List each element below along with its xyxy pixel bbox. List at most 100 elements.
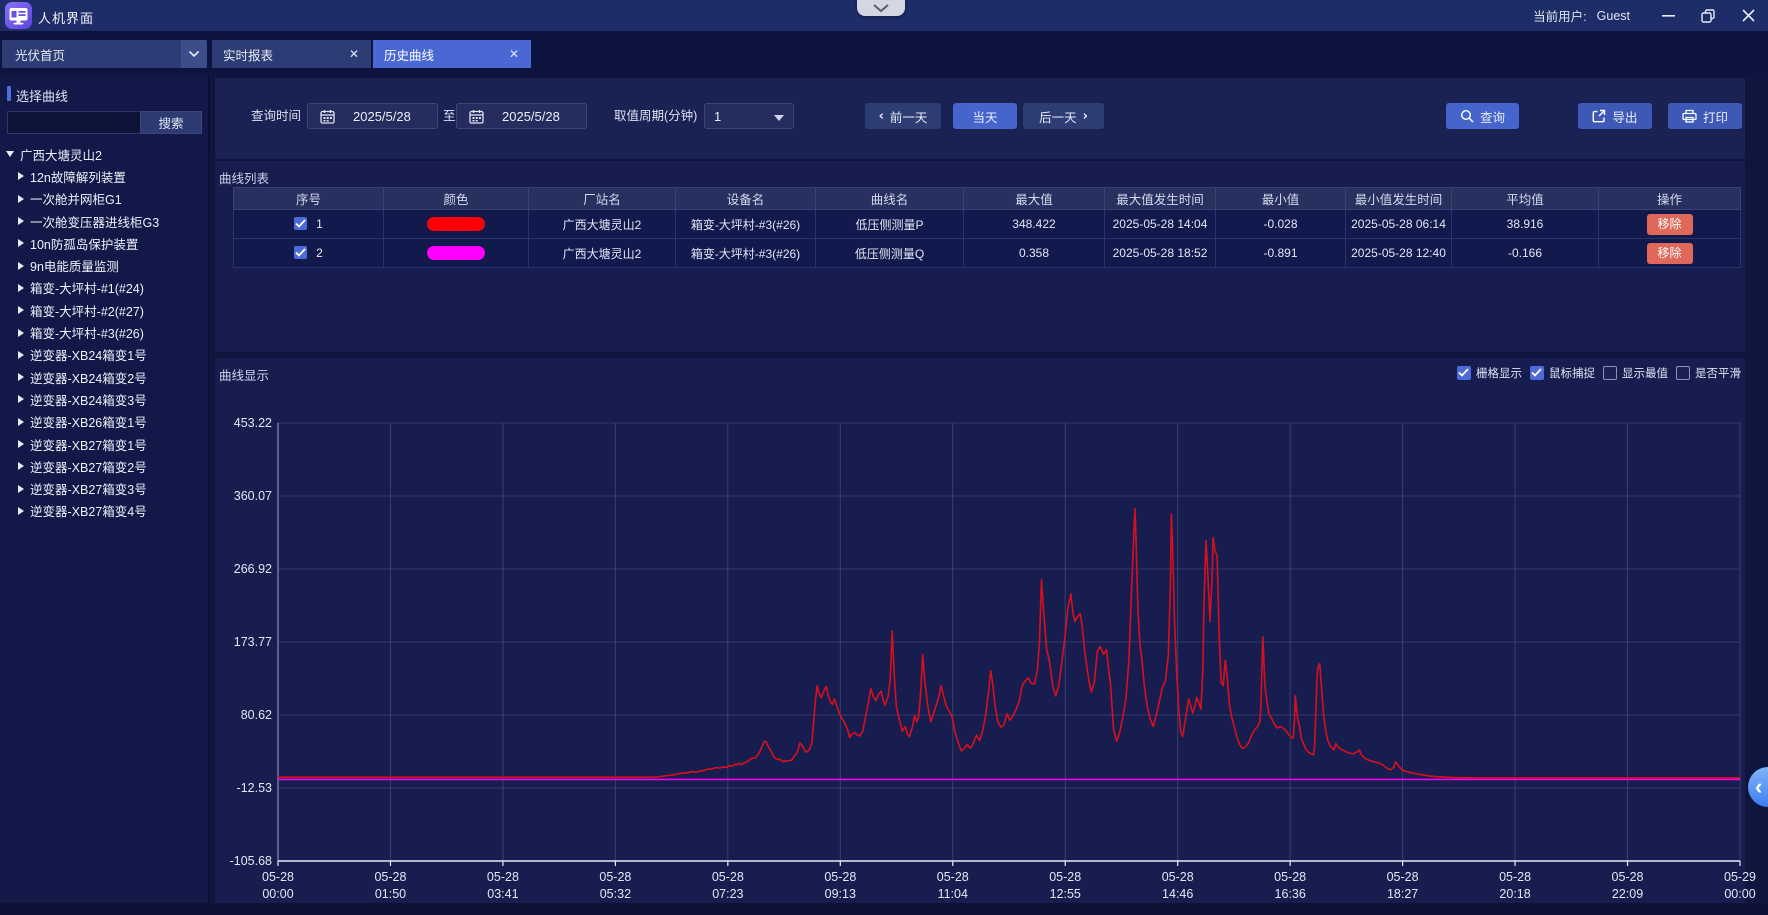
tree-item-label: 逆变器-XB27箱变2号 <box>30 457 147 476</box>
tree-collapsed-arrow-icon[interactable] <box>18 239 24 247</box>
column-header: 最小值发生时间 <box>1346 188 1452 210</box>
curve-table-header-row: 序号颜色厂站名设备名曲线名最大值最大值发生时间最小值最小值发生时间平均值操作 <box>234 188 1741 210</box>
search-button[interactable]: 搜索 <box>140 111 202 134</box>
tree-collapsed-arrow-icon[interactable] <box>18 373 24 381</box>
check-icon <box>295 248 306 257</box>
window-titlebar: 人机界面 当前用户: Guest <box>0 0 1768 31</box>
tree-collapsed-arrow-icon[interactable] <box>18 440 24 448</box>
y-tick-label: -105.68 <box>230 854 272 868</box>
tree-item[interactable]: 箱变-大坪村-#3(#26) <box>0 321 210 343</box>
x-tick-label-date: 05-28 <box>712 870 744 884</box>
x-tick-label-time: 00:00 <box>1724 887 1755 901</box>
x-tick-label-date: 05-28 <box>374 870 406 884</box>
today-label: 当天 <box>972 107 997 126</box>
tab-close-icon[interactable]: ✕ <box>505 40 523 68</box>
tree-item[interactable]: 逆变器-XB24箱变3号 <box>0 388 210 410</box>
tree-item[interactable]: 逆变器-XB24箱变2号 <box>0 366 210 388</box>
check-icon <box>295 219 306 228</box>
tree-collapsed-arrow-icon[interactable] <box>18 395 24 403</box>
cell-max: 348.422 <box>964 210 1105 239</box>
tree-item[interactable]: 箱变-大坪村-#2(#27) <box>0 299 210 321</box>
tree-collapsed-arrow-icon[interactable] <box>18 507 24 515</box>
tree-item[interactable]: 逆变器-XB27箱变2号 <box>0 455 210 477</box>
cell-color <box>384 239 529 268</box>
cell-station: 广西大塘灵山2 <box>529 239 676 268</box>
search-icon <box>1460 109 1474 123</box>
tab-close-icon[interactable]: ✕ <box>345 40 363 68</box>
date-from-input[interactable]: 2025/5/28 <box>307 103 438 129</box>
close-button[interactable] <box>1728 0 1768 31</box>
column-header: 最大值 <box>964 188 1105 210</box>
tree-collapsed-arrow-icon[interactable] <box>18 351 24 359</box>
x-tick-label-date: 05-28 <box>1499 870 1531 884</box>
tree-item[interactable]: 箱变-大坪村-#1(#24) <box>0 277 210 299</box>
app-title: 人机界面 <box>38 8 94 27</box>
remove-button[interactable]: 移除 <box>1647 214 1693 235</box>
prev-day-button[interactable]: ‹前一天 <box>865 103 941 129</box>
next-day-button[interactable]: 后一天› <box>1023 103 1104 129</box>
query-button[interactable]: 查询 <box>1446 103 1519 129</box>
tree-item[interactable]: 10n防孤岛保护装置 <box>0 232 210 254</box>
chevron-down-icon <box>188 50 200 58</box>
history-curve-chart[interactable]: 05-2800:0005-2801:5005-2803:4105-2805:32… <box>215 358 1745 910</box>
tree-item[interactable]: 逆变器-XB27箱变4号 <box>0 500 210 522</box>
top-collapse-handle[interactable] <box>857 0 905 16</box>
today-button[interactable]: 当天 <box>953 103 1017 129</box>
tree-collapsed-arrow-icon[interactable] <box>18 284 24 292</box>
print-button[interactable]: 打印 <box>1668 103 1742 129</box>
minimize-button[interactable] <box>1648 0 1688 31</box>
tree-item[interactable]: 逆变器-XB24箱变1号 <box>0 344 210 366</box>
tree-item[interactable]: 逆变器-XB26箱变1号 <box>0 411 210 433</box>
search-input[interactable] <box>7 111 140 134</box>
tree-item-label: 9n电能质量监测 <box>30 256 119 275</box>
tree-item[interactable]: 9n电能质量监测 <box>0 254 210 276</box>
row-checkbox[interactable] <box>294 217 307 230</box>
tree-item[interactable]: 广西大塘灵山2 <box>0 143 210 165</box>
tree-collapsed-arrow-icon[interactable] <box>18 329 24 337</box>
tree-collapsed-arrow-icon[interactable] <box>18 485 24 493</box>
tree-item[interactable]: 逆变器-XB27箱变1号 <box>0 433 210 455</box>
row-checkbox[interactable] <box>294 246 307 259</box>
curve-row: 1广西大塘灵山2箱变-大坪村-#3(#26)低压侧测量P348.4222025-… <box>234 210 1741 239</box>
main-area: 查询时间 2025/5/28 至 2025/5/28 取值周期(分钟) <box>212 75 1768 903</box>
column-header: 序号 <box>234 188 384 210</box>
tab-pv-home[interactable]: 光伏首页 <box>2 40 207 68</box>
tree-collapsed-arrow-icon[interactable] <box>18 217 24 225</box>
tab-history-curve[interactable]: 历史曲线 ✕ <box>373 40 531 68</box>
tab-realtime-report[interactable]: 实时报表 ✕ <box>212 40 371 68</box>
y-tick-label: 360.07 <box>234 489 272 503</box>
chevron-right-icon: › <box>1083 109 1088 124</box>
period-select[interactable]: 1 <box>704 103 794 129</box>
export-button[interactable]: 导出 <box>1578 103 1652 129</box>
tree-item-label: 箱变-大坪村-#2(#27) <box>30 301 144 320</box>
cell-device: 箱变-大坪村-#3(#26) <box>676 210 816 239</box>
y-tick-label: 173.77 <box>234 635 272 649</box>
row-index: 2 <box>316 246 323 260</box>
chevron-left-icon: ‹ <box>1755 774 1762 800</box>
tree-expanded-arrow-icon[interactable] <box>6 151 14 157</box>
tab-dropdown-button[interactable] <box>181 40 207 68</box>
cell-min-time: 2025-05-28 06:14 <box>1346 210 1452 239</box>
tree-item[interactable]: 逆变器-XB27箱变3号 <box>0 477 210 499</box>
tree-item[interactable]: 一次舱并网柜G1 <box>0 188 210 210</box>
tree-collapsed-arrow-icon[interactable] <box>18 306 24 314</box>
column-header: 操作 <box>1599 188 1741 210</box>
tree-collapsed-arrow-icon[interactable] <box>18 172 24 180</box>
cell-avg: 38.916 <box>1452 210 1599 239</box>
date-to-input[interactable]: 2025/5/28 <box>456 103 587 129</box>
x-tick-label-date: 05-28 <box>937 870 969 884</box>
date-from-value: 2025/5/28 <box>353 109 411 124</box>
curve-list-panel: 曲线列表 序号颜色厂站名设备名曲线名最大值最大值发生时间最小值最小值发生时间平均… <box>215 161 1745 352</box>
tree-collapsed-arrow-icon[interactable] <box>18 262 24 270</box>
section-accent-bar <box>7 86 11 101</box>
remove-button[interactable]: 移除 <box>1647 243 1693 264</box>
tree-collapsed-arrow-icon[interactable] <box>18 462 24 470</box>
tree-collapsed-arrow-icon[interactable] <box>18 418 24 426</box>
restore-button[interactable] <box>1688 0 1728 31</box>
column-header: 设备名 <box>676 188 816 210</box>
device-tree: 广西大塘灵山212n故障解列装置一次舱并网柜G1一次舱变压器进线柜G310n防孤… <box>0 143 210 522</box>
tree-item[interactable]: 一次舱变压器进线柜G3 <box>0 210 210 232</box>
tree-collapsed-arrow-icon[interactable] <box>18 195 24 203</box>
tree-item[interactable]: 12n故障解列装置 <box>0 165 210 187</box>
x-tick-label-time: 22:09 <box>1612 887 1643 901</box>
